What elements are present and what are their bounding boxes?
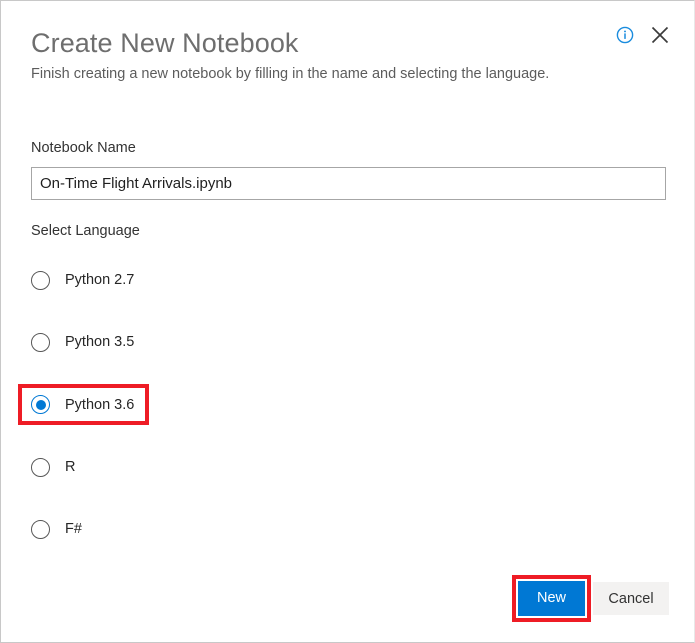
language-option-label: Python 3.5 (65, 334, 134, 350)
new-button[interactable]: New (518, 581, 585, 616)
language-option-label: F# (65, 521, 82, 537)
radio-unchecked-icon[interactable] (31, 271, 50, 290)
notebook-name-input[interactable] (31, 167, 666, 200)
close-icon[interactable] (650, 25, 670, 45)
dialog-title: Create New Notebook (31, 28, 299, 59)
create-new-notebook-dialog: Create New Notebook Finish creating a ne… (0, 0, 695, 643)
language-option-0[interactable]: Python 2.7 (23, 263, 144, 297)
new-button-highlight: New (512, 575, 591, 622)
info-icon[interactable] (616, 26, 634, 44)
radio-unchecked-icon[interactable] (31, 520, 50, 539)
radio-unchecked-icon[interactable] (31, 458, 50, 477)
dialog-header-actions (616, 25, 670, 45)
language-option-1[interactable]: Python 3.5 (23, 325, 144, 359)
select-language-label: Select Language (31, 223, 140, 239)
radio-unchecked-icon[interactable] (31, 333, 50, 352)
language-option-label: Python 2.7 (65, 272, 134, 288)
language-option-label: Python 3.6 (65, 397, 134, 413)
cancel-button[interactable]: Cancel (593, 582, 669, 615)
dialog-subtitle: Finish creating a new notebook by fillin… (31, 66, 549, 82)
language-option-label: R (65, 459, 75, 475)
language-option-3[interactable]: R (23, 450, 85, 484)
language-option-4[interactable]: F# (23, 512, 92, 546)
language-option-2[interactable]: Python 3.6 (18, 384, 149, 425)
radio-checked-icon[interactable] (31, 395, 50, 414)
notebook-name-label: Notebook Name (31, 140, 136, 156)
